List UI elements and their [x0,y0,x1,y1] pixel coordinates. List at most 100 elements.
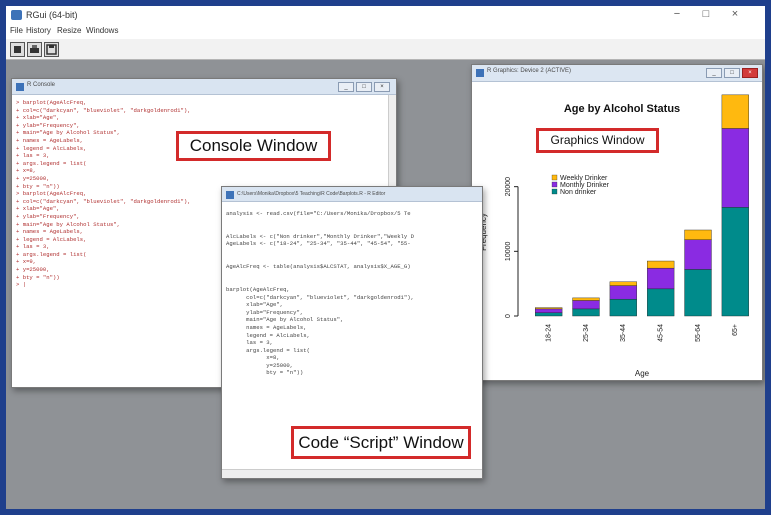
bar-segment-monthly-drinker [721,128,749,208]
console-titlebar: R Console _ □ × [12,79,396,95]
graphics-window-callout: Graphics Window [536,128,659,153]
x-tick-label: 65+ [732,324,739,336]
console-line: + col=c("darkcyan", "blueviolet", "darkg… [16,106,191,114]
bar-segment-monthly-drinker [609,285,637,300]
console-line: + x=8, [16,167,37,175]
r-console-icon [16,83,24,91]
maximize-button[interactable]: □ [699,8,713,20]
bar-segment-monthly-drinker [572,300,600,310]
console-window-callout: Console Window [176,131,331,161]
legend-label: Monthly Drinker [560,182,610,189]
bar-segment-weekly-drinker [721,94,749,129]
bar-segment-weekly-drinker [572,297,600,301]
console-maximize-button[interactable]: □ [356,82,372,92]
app-titlebar: RGui (64-bit) − □ × [6,6,765,25]
bar-segment-monthly-drinker [535,308,563,313]
script-line: legend = AlcLabels, [226,331,310,339]
script-line: y=25000, [226,361,294,369]
x-tick-label: 18-24 [546,324,553,342]
graphics-titlebar: R Graphics: Device 2 (ACTIVE) _ □ × [472,65,762,82]
bar-segment-non-drinker [609,298,637,317]
script-line: x=8, [226,354,280,362]
copy-plot-button[interactable] [10,42,25,57]
legend-label: Weekly Drinker [560,175,608,182]
legend-swatch [551,188,558,195]
print-icon [30,45,39,53]
script-line: bty = "n")) [226,369,304,377]
graphics-window[interactable]: R Graphics: Device 2 (ACTIVE) _ □ × Age … [471,64,763,381]
bar-segment-weekly-drinker [609,281,637,286]
close-button[interactable]: × [728,8,742,20]
menu-resize[interactable]: Resize [57,26,81,35]
x-tick-label: 55-64 [695,324,702,342]
graphics-minimize-button[interactable]: _ [706,68,722,78]
script-window-callout: Code “Script” Window [291,426,471,459]
bar-chart: Age by Alcohol Status01000020000Frequenc… [479,94,749,378]
bar-segment-weekly-drinker [684,229,712,240]
r-graphics-icon [476,69,484,77]
bar-segment-non-drinker [535,312,563,317]
menu-history[interactable]: History [26,26,51,35]
bar-segment-monthly-drinker [684,239,712,270]
print-button[interactable] [27,42,42,57]
script-line [226,248,478,256]
script-line [226,225,478,233]
r-logo-icon [11,10,22,20]
y-tick-label: 0 [505,314,512,318]
script-line [226,218,478,226]
bar-segment-non-drinker [721,207,749,317]
bar-segment-non-drinker [572,308,600,317]
graphics-maximize-button[interactable]: □ [724,68,740,78]
bar-segment-weekly-drinker [647,260,675,269]
graphics-title: R Graphics: Device 2 (ACTIVE) [487,68,572,74]
r-editor-icon [226,191,234,199]
script-line: barplot(AgeAlcFreq, [226,285,290,293]
script-line: names = AgeLabels, [226,323,307,331]
save-icon [46,44,57,55]
legend-swatch [551,174,558,181]
menu-bar: File History Resize Windows [6,25,765,39]
rgui-window: RGui (64-bit) − □ × File History Resize … [6,6,765,509]
bar-segment-monthly-drinker [647,267,675,290]
script-line: las = 3, [226,339,273,347]
script-line: xlab="Age", [226,301,284,309]
script-horizontal-scrollbar[interactable] [222,469,482,478]
menu-file[interactable]: File [10,26,23,35]
copy-icon [14,46,21,53]
console-minimize-button[interactable]: _ [338,82,354,92]
script-line [226,256,478,264]
script-line: ylab="Frequency", [226,308,304,316]
x-tick-label: 25-34 [583,324,590,342]
console-title: R Console [27,82,56,88]
script-line [226,271,478,279]
script-line: analysis <- read.csv(file="C:/Users/Moni… [226,210,411,217]
script-editor[interactable]: analysis <- read.csv(file="C:/Users/Moni… [226,210,478,460]
graphics-close-button[interactable]: × [742,68,758,78]
save-button[interactable] [44,42,59,57]
console-line: + ylab="Frequency", [16,121,80,129]
script-line: main="Age by Alcohol Status", [226,316,344,324]
x-tick-label: 35-44 [620,324,627,342]
script-line [226,278,478,286]
script-line: args.legend = list( [226,346,310,354]
app-title: RGui (64-bit) [26,10,78,20]
bar-segment-non-drinker [647,288,675,317]
minimize-button[interactable]: − [670,8,684,20]
script-line: AgeAlcFreq <- table(analysis$ALCSTAT, an… [226,263,411,271]
legend-label: Non drinker [560,189,597,196]
console-line: > barplot(AgeAlcFreq, [16,99,87,106]
script-titlebar: C:\Users\Monika\Dropbox\5 Teaching\R Cod… [222,187,482,202]
bar-segment-weekly-drinker [535,307,563,310]
x-tick-label: 45-54 [658,324,665,342]
script-title: C:\Users\Monika\Dropbox\5 Teaching\R Cod… [237,191,386,197]
bar-segment-non-drinker [684,269,712,317]
menu-windows[interactable]: Windows [86,26,118,35]
script-line: AlcLabels <- c("Non drinker","Monthly Dr… [226,232,414,240]
toolbar [6,39,765,60]
console-close-button[interactable]: × [374,82,390,92]
legend-swatch [551,181,558,188]
x-axis-label: Age [635,369,650,378]
y-tick-label: 20000 [505,177,512,197]
console-line: + y=25000, [16,174,50,182]
script-line: AgeLabels <- c("18-24", "25-34", "35-44"… [226,240,411,248]
